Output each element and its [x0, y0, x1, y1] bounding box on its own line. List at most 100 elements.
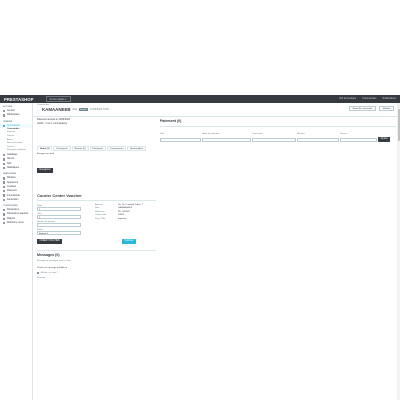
add-payment-button[interactable]: Ajouter [378, 137, 391, 142]
topbar: PRESTASHOP Accès rapide ▾ Voir la boutiq… [0, 95, 400, 103]
order-reference: KAMAANEEB [42, 107, 71, 113]
payment-input[interactable] [160, 137, 201, 142]
show-customer-label: Afficher au client ? [40, 272, 58, 274]
show-customer-checkbox[interactable] [37, 271, 40, 275]
voucher-field-input[interactable] [37, 222, 81, 228]
voucher-field: Poids 1 [37, 205, 81, 211]
status-badge: Annulé [78, 108, 89, 112]
payment-input[interactable] [297, 137, 339, 142]
payment-table-header: Date Mode de paiement Transaction Montant Fa… [160, 133, 396, 135]
sidebar-item-label: Rapport [6, 217, 16, 220]
sidebar-item[interactable]: Marketplace [0, 113, 32, 117]
voucher-info-row: Référence PE 1234567 [95, 211, 153, 213]
save-button[interactable]: Enregistrer [37, 168, 54, 173]
voucher-info-row: Pays / Ville Imprimer [95, 218, 153, 220]
sidebar-item-icon [3, 177, 6, 180]
order-tab[interactable]: Paiements [89, 146, 106, 152]
sidebar-item-icon [3, 213, 6, 216]
voucher-info-value: Imprimer [118, 217, 127, 220]
sidebar-item-label: Statistiques [6, 167, 19, 170]
voucher-left-fields: Poids 1 Colis 1 Nombre de paquets Bultos Etiqu… [37, 203, 81, 236]
sidebar-item-label: Facturation [6, 198, 19, 201]
voucher-field: Nombre de paquets [37, 221, 81, 228]
sidebar-section-heading: Configurer [3, 205, 18, 208]
payment-input[interactable] [340, 137, 377, 142]
message-label: Message [37, 276, 46, 279]
create-voucher-button[interactable]: CRÉER VOUCHER [37, 239, 63, 244]
page: Accueil Accueil Marketplace Vendre Commandes… [0, 103, 400, 400]
sidebar-item-icon [3, 158, 6, 161]
orders-notif-icon[interactable]: Commandes [362, 97, 376, 100]
messages-card: Messages (0) Échange de messages avec le… [37, 253, 156, 279]
topbar-right: Voir la boutique Commandes Notifications [339, 97, 396, 100]
sidebar-section-heading: Vendre [3, 120, 13, 123]
order-tab[interactable]: Marchandise [127, 146, 146, 152]
sidebar-item-icon [3, 185, 6, 189]
prestashop-logo[interactable]: PRESTASHOP [4, 97, 34, 102]
email-line: Envoyer un email [37, 153, 54, 156]
voucher-field: Colis 1 [37, 213, 81, 219]
payment-column-header: Transaction [252, 133, 263, 136]
sidebar-item[interactable]: Statistiques [0, 166, 32, 170]
sidebar-item-label: Réduire le menu [6, 222, 24, 225]
order-date: 10/09/2022 10:35 [90, 108, 109, 112]
edit-button[interactable]: Modifier [379, 106, 394, 111]
sidebar-item-label: Marketplace [6, 114, 20, 117]
payment-column-header: Date [160, 133, 165, 136]
sidebar-item[interactable]: Facturation [0, 198, 32, 202]
sidebar-item-icon [3, 109, 6, 113]
view-shop-link[interactable]: Voir la boutique [339, 97, 356, 100]
payment-input[interactable] [252, 137, 296, 142]
sidebar-item-label: Modules [6, 177, 16, 180]
sidebar-item-icon [3, 166, 6, 170]
messages-hint: Échange de messages avec le client [37, 260, 71, 263]
back-arrow-icon[interactable]: ← [37, 108, 40, 112]
history-card: Statut (1) Documents Retours (0) Paiements T… [37, 146, 156, 175]
voucher-info-label: Nom [95, 207, 100, 210]
voucher-info-value: Dir. 18, Cristóbal Colón, 7 [118, 203, 143, 206]
breadcrumb[interactable]: Commandes / [37, 104, 51, 106]
order-tab[interactable]: Documents [53, 146, 71, 152]
voucher-info-row: Adresse Dir. 18, Cristóbal Colón, 7 [95, 204, 153, 206]
sidebar-item-label: Paramètres avancés [6, 213, 29, 216]
sidebar-item-label: Catalogue [6, 154, 18, 157]
voucher-field-input[interactable]: 1 [37, 206, 81, 211]
sidebar-item-icon [3, 190, 6, 193]
message-template-select[interactable]: Choisir un message prédéfini ▾ [37, 266, 156, 269]
print-voucher-button[interactable]: Imprimer [121, 239, 136, 244]
order-tabs: Statut (1) Documents Retours (0) Paiements T… [37, 146, 156, 152]
sidebar-item-icon [3, 208, 6, 212]
voucher-field-input[interactable]: 1 [37, 214, 81, 219]
right-column: Paiement (0) Date Mode de paiement Transac… [160, 119, 396, 142]
order-tab[interactable]: Transporteurs [106, 146, 127, 152]
sidebar: Accueil Accueil Marketplace Vendre Commandes… [0, 103, 33, 400]
sidebar-item-label: Commandes [6, 124, 21, 127]
payment-column-header: Montant [297, 133, 305, 136]
quick-access-dropdown[interactable]: Accès rapide ▾ [45, 95, 71, 103]
sidebar-item-label: SAV [6, 162, 12, 165]
voucher-info-value: PE 1234567 [118, 210, 131, 213]
order-tab[interactable]: Retours (0) [71, 146, 89, 152]
left-column: Paiement accepté le 12/09/2022 Vérifié :… [37, 119, 156, 279]
voucher-info-value: GRANADA ES [118, 207, 133, 210]
sidebar-item-icon [3, 194, 6, 197]
scrollbar-thumb[interactable] [397, 109, 400, 141]
sidebar-item-icon [3, 154, 6, 157]
sidebar-item-label: Paiement [6, 190, 17, 193]
payment-column-header: Facture [340, 133, 348, 136]
sidebar-item-label: International [6, 194, 20, 197]
notifications-icon[interactable]: Notifications [382, 97, 396, 100]
order-tab[interactable]: Statut (1) [37, 146, 53, 152]
payment-input[interactable] [202, 137, 251, 142]
sidebar-item-icon [3, 221, 6, 225]
sidebar-item-label: Livraison [6, 185, 17, 188]
sidebar-section-heading: Accueil [3, 106, 13, 108]
voucher-field-input[interactable]: Etiqueta 1 [37, 231, 81, 236]
sidebar-item-icon [3, 181, 6, 184]
voucher-card: Courier Center Voucher Poids 1 Colis 1 Nombr… [37, 193, 156, 251]
voucher-info-label: Pays / Ville [95, 217, 106, 220]
sidebar-item[interactable]: Réduire le menu [0, 221, 32, 225]
sidebar-item-label: Accueil [6, 110, 15, 113]
new-order-button[interactable]: Nouvelle commande [349, 106, 376, 111]
sidebar-item-label: Apparence [6, 181, 19, 184]
